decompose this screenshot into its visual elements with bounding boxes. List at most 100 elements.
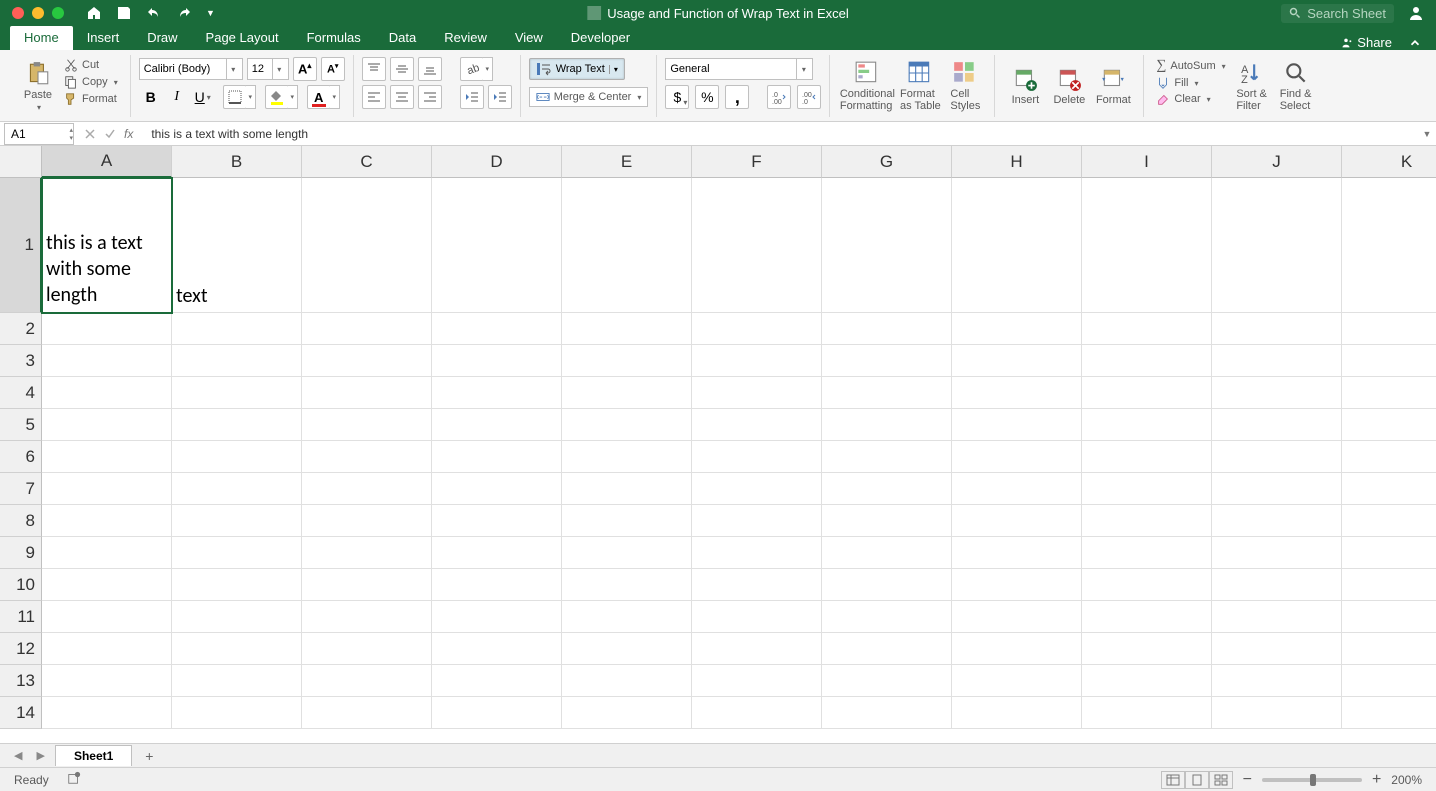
cell[interactable] [172,377,302,409]
user-icon[interactable] [1408,5,1424,21]
merge-center-button[interactable]: Merge & Center▾ [529,87,649,107]
undo-icon[interactable] [146,5,162,21]
italic-icon[interactable]: I [165,85,189,109]
decrease-decimal-icon[interactable]: .00.0 [797,85,821,109]
cell[interactable] [172,505,302,537]
cell[interactable] [952,313,1082,345]
currency-icon[interactable]: $▾ [665,85,689,109]
cell[interactable] [1342,313,1436,345]
cell[interactable] [562,473,692,505]
column-header[interactable]: F [692,146,822,178]
cut-button[interactable]: Cut [60,57,122,73]
redo-icon[interactable] [176,5,192,21]
cell[interactable] [1212,441,1342,473]
cell[interactable] [1342,473,1436,505]
column-header[interactable]: J [1212,146,1342,178]
sort-filter-button[interactable]: AZ Sort & Filter [1230,55,1274,117]
cell[interactable]: text [172,178,302,313]
cell[interactable] [562,601,692,633]
cell[interactable] [1342,441,1436,473]
cell[interactable] [42,441,172,473]
align-right-icon[interactable] [418,85,442,109]
cell[interactable] [1212,697,1342,729]
sheet-nav-next-icon[interactable]: ▶ [32,749,48,762]
cell[interactable] [172,633,302,665]
cell[interactable] [172,569,302,601]
cell[interactable] [692,569,822,601]
tab-page-layout[interactable]: Page Layout [192,26,293,50]
cell[interactable] [822,409,952,441]
font-name-combobox[interactable]: Calibri (Body)▾ [139,58,243,80]
cell[interactable] [692,377,822,409]
cell[interactable] [432,441,562,473]
column-header[interactable]: A [42,146,172,178]
cell[interactable] [822,313,952,345]
column-header[interactable]: I [1082,146,1212,178]
cell[interactable] [42,537,172,569]
cell[interactable] [1342,697,1436,729]
macro-record-icon[interactable] [67,771,81,788]
cell[interactable] [1082,377,1212,409]
cell[interactable] [302,473,432,505]
cell[interactable] [1082,441,1212,473]
find-select-button[interactable]: Find & Select [1274,55,1318,117]
row-header[interactable]: 5 [0,409,42,441]
increase-decimal-icon[interactable]: .0.00 [767,85,791,109]
cell[interactable] [952,473,1082,505]
cell[interactable] [1342,633,1436,665]
align-middle-icon[interactable] [390,57,414,81]
page-layout-view-icon[interactable] [1185,771,1209,789]
tab-data[interactable]: Data [375,26,430,50]
page-break-view-icon[interactable] [1209,771,1233,789]
cell[interactable] [822,377,952,409]
sheet-nav-prev-icon[interactable]: ◀ [10,749,26,762]
cell[interactable] [822,697,952,729]
cell[interactable] [1082,178,1212,313]
row-header[interactable]: 6 [0,441,42,473]
column-header[interactable]: C [302,146,432,178]
cell[interactable] [1342,569,1436,601]
name-box[interactable]: A1▴▾ [4,123,74,145]
align-top-icon[interactable] [362,57,386,81]
paste-button[interactable]: Paste▾ [16,55,60,117]
row-header[interactable]: 11 [0,601,42,633]
cell[interactable] [1212,313,1342,345]
cell[interactable] [822,537,952,569]
decrease-font-icon[interactable]: A▾ [321,57,345,81]
cell[interactable] [692,441,822,473]
cell[interactable] [432,505,562,537]
cell[interactable] [1342,601,1436,633]
cell[interactable] [692,633,822,665]
cell-styles-button[interactable]: Cell Styles [944,55,986,117]
cell[interactable] [1342,537,1436,569]
cell[interactable] [1342,505,1436,537]
cell[interactable] [1082,569,1212,601]
cell[interactable] [1212,665,1342,697]
cell[interactable] [302,377,432,409]
cell[interactable] [42,313,172,345]
cell[interactable] [172,473,302,505]
cell[interactable] [1342,178,1436,313]
cell[interactable] [1212,473,1342,505]
cell[interactable] [952,345,1082,377]
cell[interactable] [952,377,1082,409]
fill-button[interactable]: Fill▾ [1152,75,1229,91]
cell[interactable] [1212,345,1342,377]
cell[interactable] [1082,505,1212,537]
cell[interactable] [1212,601,1342,633]
cell[interactable] [692,697,822,729]
cell[interactable] [1342,345,1436,377]
qat-dropdown-icon[interactable]: ▼ [206,8,215,18]
cell[interactable] [822,505,952,537]
cell[interactable] [822,345,952,377]
orientation-icon[interactable]: ab▾ [460,57,484,81]
cell[interactable] [692,313,822,345]
tab-draw[interactable]: Draw [133,26,191,50]
minimize-window-icon[interactable] [32,7,44,19]
cell[interactable] [302,665,432,697]
cell[interactable] [302,601,432,633]
row-header[interactable]: 7 [0,473,42,505]
align-center-icon[interactable] [390,85,414,109]
select-all-corner[interactable] [0,146,42,178]
tab-formulas[interactable]: Formulas [293,26,375,50]
